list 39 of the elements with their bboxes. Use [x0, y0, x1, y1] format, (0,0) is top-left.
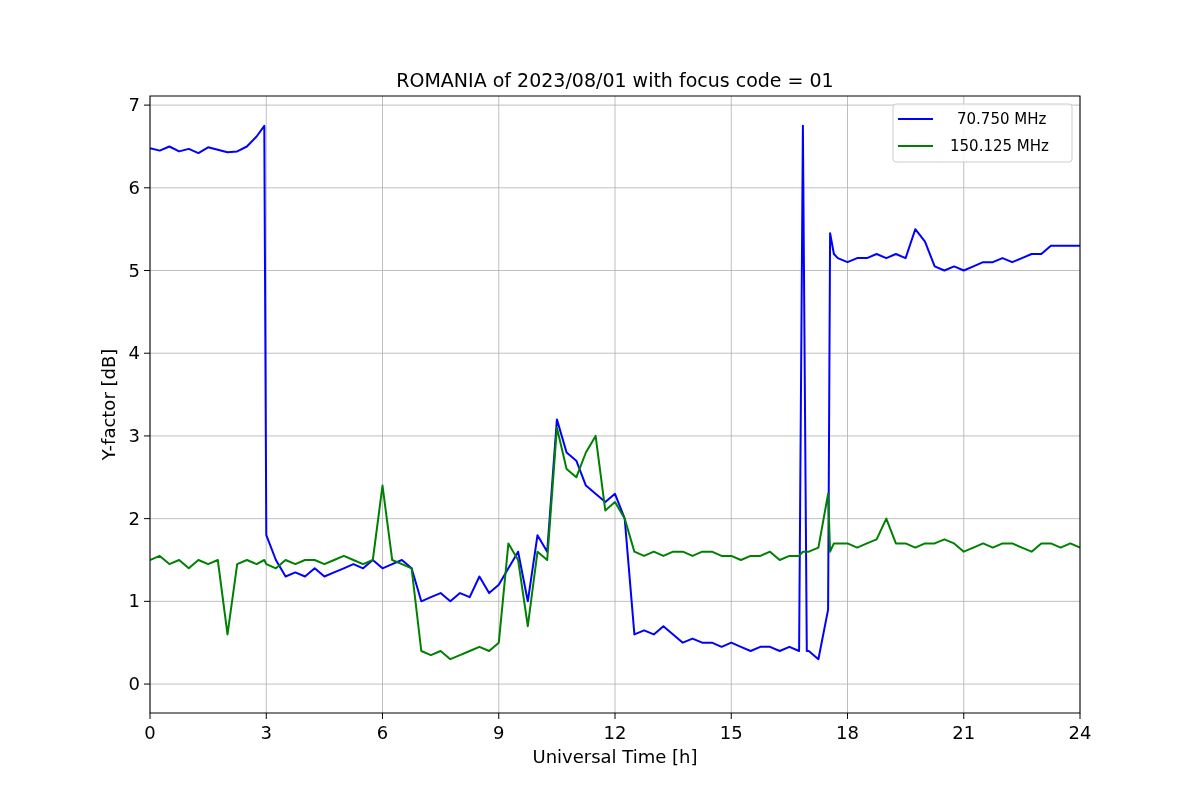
- tick-mark: [143, 683, 151, 685]
- tick-mark: [265, 712, 267, 720]
- tick-label: 3: [128, 424, 140, 446]
- tick-label: 6: [128, 176, 140, 198]
- tick-label: 9: [493, 722, 505, 743]
- tick-mark: [143, 270, 151, 271]
- tick-mark: [143, 518, 151, 520]
- tick-mark: [847, 712, 848, 720]
- tick-mark: [963, 712, 965, 720]
- tick-label: 5: [128, 259, 140, 281]
- tick-label: 2: [128, 507, 140, 529]
- tick-label: 12: [603, 722, 627, 743]
- tick-label: 3: [260, 722, 272, 743]
- tick-label: 4: [128, 342, 140, 364]
- tick-label: 21: [952, 722, 976, 743]
- tick-mark: [498, 712, 500, 720]
- tick-mark: [149, 712, 151, 720]
- tick-label: 0: [128, 673, 140, 695]
- y-axis-label: Y-factor [dB]: [98, 348, 119, 461]
- tick-label: 0: [144, 722, 156, 743]
- x-axis-label: Universal Time [h]: [532, 746, 698, 767]
- tick-mark: [1079, 712, 1081, 720]
- tick-mark: [143, 187, 151, 189]
- tick-mark: [143, 104, 151, 106]
- chart-title: ROMANIA of 2023/08/01 with focus code = 01: [396, 69, 834, 91]
- tick-mark: [382, 712, 383, 720]
- tick-label: 24: [1068, 722, 1092, 743]
- tick-mark: [143, 352, 151, 354]
- tick-label: 18: [836, 722, 859, 743]
- legend-label: 150.125 MHz: [950, 137, 1049, 155]
- tick-mark: [143, 435, 151, 437]
- tick-label: 7: [128, 94, 140, 116]
- tick-mark: [730, 712, 732, 720]
- tick-label: 15: [719, 722, 743, 743]
- tick-mark: [614, 712, 616, 720]
- tick-label: 1: [128, 590, 140, 612]
- legend-label: 70.750 MHz: [957, 110, 1047, 128]
- tick-mark: [143, 600, 151, 602]
- tick-label: 6: [376, 722, 389, 743]
